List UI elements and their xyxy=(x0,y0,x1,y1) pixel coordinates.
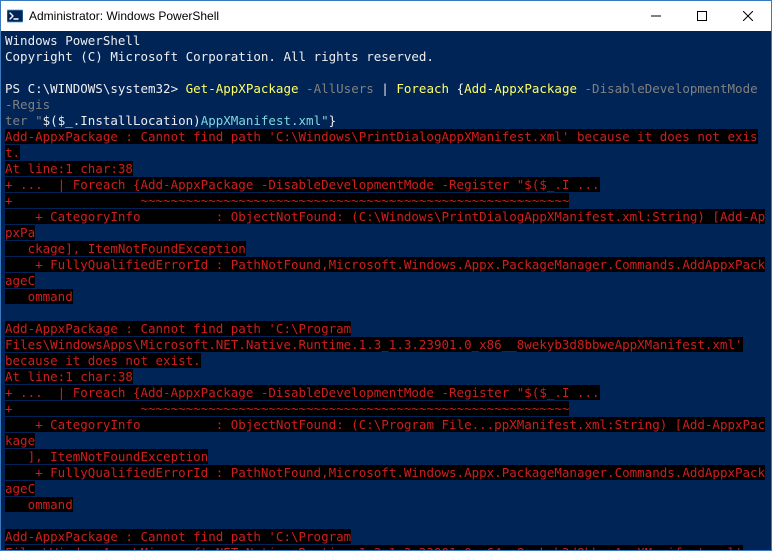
error-line: + ~~~~~~~~~~~~~~~~~~~~~~~~~~~~~~~~~~~~~~… xyxy=(5,193,569,208)
prompt-line: PS C:\WINDOWS\system32> Get-AppXPackage … xyxy=(5,81,765,112)
prompt-path: PS C:\WINDOWS\system32> xyxy=(5,81,186,96)
error-line: Files\WindowsApps\Microsoft.NET.Native.R… xyxy=(5,337,743,352)
powershell-icon xyxy=(7,8,23,24)
str-part: AppXManifest.xml" xyxy=(201,113,329,128)
error-line: because it does not exist. xyxy=(5,353,201,368)
maximize-button[interactable] xyxy=(679,1,725,31)
prompt-line-2: ter "$($_.InstallLocation)AppXManifest.x… xyxy=(5,113,336,128)
blank-line xyxy=(5,65,767,81)
cmd-addapp: Add-AppxPackage xyxy=(464,81,577,96)
cmd-getapp: Get-AppXPackage xyxy=(186,81,299,96)
window-controls xyxy=(633,1,771,31)
error-line: + FullyQualifiedErrorId : PathNotFound,M… xyxy=(5,257,765,288)
header-line1: Windows PowerShell xyxy=(5,33,140,48)
brace-open: { xyxy=(449,81,464,96)
param-reg2: ter xyxy=(5,113,35,128)
error-line: + FullyQualifiedErrorId : PathNotFound,M… xyxy=(5,465,765,496)
error-block-3: Add-AppxPackage : Cannot find path 'C:\P… xyxy=(5,529,351,544)
error-line: At line:1 char:38 xyxy=(5,369,133,384)
header-line2: Copyright (C) Microsoft Corporation. All… xyxy=(5,49,434,64)
error-line: At line:1 char:38 xyxy=(5,161,133,176)
window-title: Administrator: Windows PowerShell xyxy=(29,9,633,23)
close-button[interactable] xyxy=(725,1,771,31)
cmd-foreach: Foreach xyxy=(396,81,449,96)
titlebar[interactable]: Administrator: Windows PowerShell xyxy=(1,1,771,31)
error-line: ommand xyxy=(5,497,73,512)
error-line: + ... | Foreach {Add-AppxPackage -Disabl… xyxy=(5,385,600,400)
minimize-button[interactable] xyxy=(633,1,679,31)
error-line: + CategoryInfo : ObjectNotFound: (C:\Win… xyxy=(5,209,765,240)
error-line: ckage], ItemNotFoundException xyxy=(5,241,246,256)
powershell-window: Administrator: Windows PowerShell Window… xyxy=(0,0,772,551)
param-allusers: -AllUsers xyxy=(299,81,374,96)
blank-line xyxy=(5,513,767,529)
error-block-1: Add-AppxPackage : Cannot find path 'C:\W… xyxy=(5,129,758,160)
pipe: | xyxy=(374,81,397,96)
error-block-2: Add-AppxPackage : Cannot find path 'C:\P… xyxy=(5,321,351,336)
error-line: Files\WindowsApps\Microsoft.NET.Native.R… xyxy=(5,545,743,550)
error-line: ], ItemNotFoundException xyxy=(5,449,208,464)
param-ddm: -DisableDevelopmentMode xyxy=(577,81,758,96)
error-line: + CategoryInfo : ObjectNotFound: (C:\Pro… xyxy=(5,417,765,448)
terminal-output[interactable]: Windows PowerShell Copyright (C) Microso… xyxy=(1,31,771,550)
error-line: ommand xyxy=(5,289,73,304)
brace-close: } xyxy=(329,113,337,128)
error-line: + ~~~~~~~~~~~~~~~~~~~~~~~~~~~~~~~~~~~~~~… xyxy=(5,401,569,416)
quote-open: " xyxy=(35,113,43,128)
error-line: + ... | Foreach {Add-AppxPackage -Disabl… xyxy=(5,177,600,192)
var-part: $($_.InstallLocation) xyxy=(43,113,201,128)
blank-line xyxy=(5,305,767,321)
